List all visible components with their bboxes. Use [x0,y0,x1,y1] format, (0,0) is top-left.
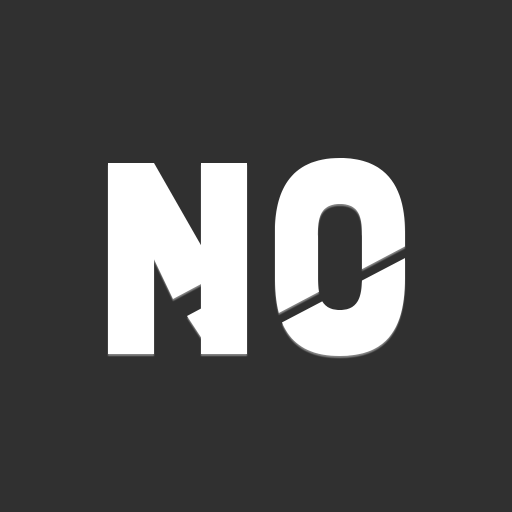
no-logo-icon [108,158,405,356]
logo-canvas: NO [0,0,512,512]
